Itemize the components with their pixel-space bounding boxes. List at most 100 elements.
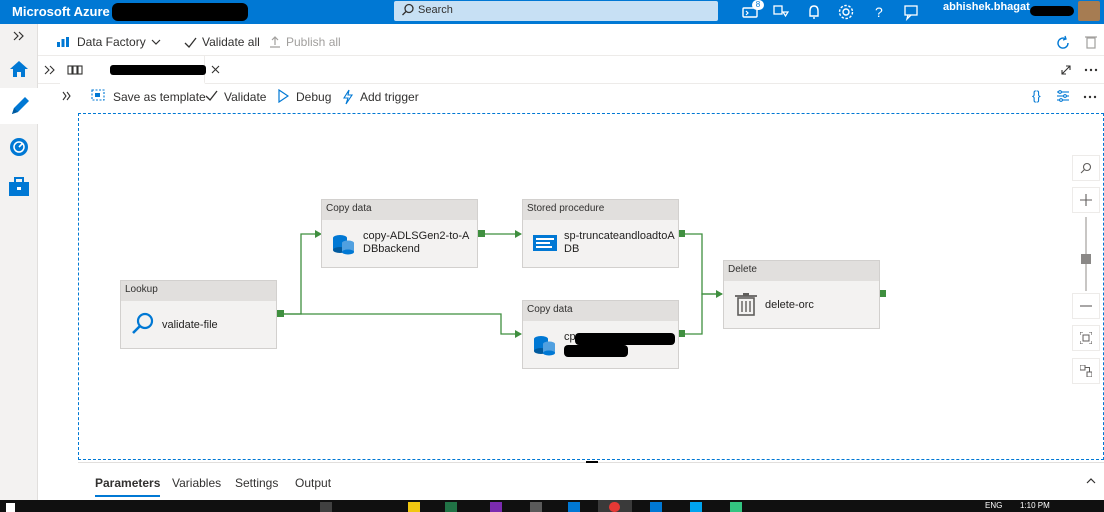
pipeline-canvas[interactable]: Lookup validate-file Copy data copy-ADLS… [78,113,1104,460]
stored-procedure-icon [533,235,557,251]
help-icon[interactable]: ? [869,2,889,22]
data-factory-icon [57,37,69,47]
tab-variables[interactable]: Variables [172,476,221,490]
publish-all-button[interactable]: Publish all [286,35,341,49]
windows-start-icon[interactable] [6,503,15,512]
manage-toolbox-icon[interactable] [6,174,32,200]
add-trigger-button[interactable]: Add trigger [360,90,419,104]
zoom-in-button[interactable] [1072,187,1100,213]
refresh-icon[interactable] [1055,35,1071,51]
redacted-pipeline-name [110,65,206,75]
gear-icon[interactable] [836,2,856,22]
pipeline-toolbar: Save as template Validate Debug Add trig… [78,84,1104,110]
canvas-search-icon [1080,162,1092,174]
properties-sliders-icon[interactable] [1056,89,1070,103]
taskbar-active-app[interactable] [598,500,632,512]
directory-filter-icon[interactable] [771,2,791,22]
discard-trash-icon[interactable] [1084,34,1098,50]
activity-type-label: Lookup [121,281,276,301]
tab-pipeline[interactable] [60,56,220,84]
activity-type-label: Copy data [523,301,678,321]
taskbar-app-icon[interactable] [690,502,702,512]
taskbar-app-icon[interactable] [320,502,332,512]
activity-name: copy-ADLSGen2-to-ADBbackend [363,230,470,255]
redacted-tenant [1030,6,1074,16]
redacted-directory-name [112,3,248,21]
redacted-activity-name [575,333,675,345]
taskbar-app-icon[interactable] [530,502,542,512]
save-template-icon [91,89,105,101]
taskbar-app-icon[interactable] [445,502,457,512]
data-factory-selector[interactable]: Data Factory [77,35,146,49]
zoom-out-button[interactable] [1072,293,1100,319]
minus-icon [1080,305,1092,307]
taskbar-app-icon[interactable] [568,502,580,512]
expand-chevron-icon[interactable] [12,30,26,42]
more-icon[interactable] [1084,68,1098,72]
copy-database-icon [333,235,354,255]
fit-icon [1079,331,1093,345]
properties-panel: Parameters Variables Settings Output [78,461,1104,500]
search-icon [402,3,414,16]
activity-copy-data[interactable]: Copy data copy-ADLSGen2-to-ADBbackend [321,199,478,268]
trash-icon [735,293,757,316]
code-view-button[interactable]: {} [1032,88,1041,103]
panel-resize-handle[interactable] [586,461,598,463]
author-tab[interactable] [0,88,38,124]
activity-type-label: Copy data [322,200,477,220]
language-indicator[interactable]: ENG [985,501,1002,510]
copy-database-icon [534,336,555,356]
activity-type-label: Delete [724,261,879,281]
pipeline-more-icon[interactable] [1083,95,1097,99]
zoom-search-button[interactable] [1072,155,1100,181]
redacted-activity-name-line2 [564,345,628,357]
activity-stored-procedure[interactable]: Stored procedure sp-truncateandloadtoADB [522,199,679,268]
user-account[interactable]: abhishek.bhagat [943,1,1030,13]
bell-icon[interactable] [804,2,824,22]
publish-icon [270,36,280,48]
monitor-icon[interactable] [6,134,32,160]
clock[interactable]: 1:10 PM [1020,501,1050,510]
search-box[interactable]: Search [394,1,718,21]
save-as-template-button[interactable]: Save as template [113,90,206,104]
activity-copy-data-2[interactable]: Copy data cp [522,300,679,369]
avatar[interactable] [1078,1,1100,21]
validate-button[interactable]: Validate [224,90,266,104]
taskbar-app-icon[interactable] [490,502,502,512]
activity-delete[interactable]: Delete delete-orc [723,260,880,329]
taskbar-app-icon[interactable] [730,502,742,512]
debug-button[interactable]: Debug [296,90,331,104]
activity-name: delete-orc [765,299,814,311]
chevron-up-icon[interactable] [1086,478,1096,484]
taskbar-app-icon[interactable] [650,502,662,512]
zoom-slider-thumb[interactable] [1081,254,1091,264]
auto-align-button[interactable] [1072,358,1100,384]
tab-settings[interactable]: Settings [235,476,278,490]
validate-check-icon [205,90,218,101]
maximize-icon[interactable] [1060,64,1072,76]
svg-text:?: ? [875,4,883,20]
chevron-down-icon[interactable] [151,39,161,45]
expand-resources-chevron-icon[interactable] [44,65,56,75]
pencil-icon [12,97,29,114]
azure-brand[interactable]: Microsoft Azure [12,4,110,19]
activity-name: validate-file [162,319,218,331]
activity-lookup[interactable]: Lookup validate-file [120,280,277,349]
tab-strip [38,56,1104,84]
notification-count-badge: 8 [752,0,764,10]
plus-icon [1080,194,1092,206]
taskbar-app-icon[interactable] [408,502,420,512]
feedback-icon[interactable] [901,2,921,22]
tab-output[interactable]: Output [295,476,331,490]
close-tab-icon[interactable] [211,65,220,74]
factory-toolbar: Data Factory Validate all Publish all [38,28,1104,56]
home-icon[interactable] [6,56,32,82]
tab-parameters[interactable]: Parameters [95,476,161,497]
left-rail [0,24,38,500]
activity-type-label: Stored procedure [523,200,678,220]
validate-all-icon [184,37,197,48]
zoom-to-fit-button[interactable] [1072,325,1100,351]
trigger-lightning-icon [343,89,354,105]
validate-all-button[interactable]: Validate all [202,35,260,49]
activities-expand-chevron-icon[interactable] [62,91,72,101]
